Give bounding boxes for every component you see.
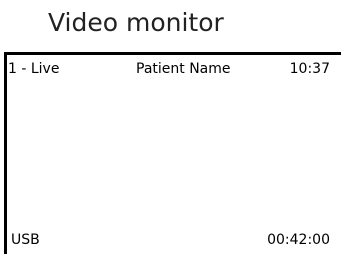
storage-label: USB: [11, 232, 40, 248]
patient-name-label: Patient Name: [136, 61, 231, 77]
channel-label: 1 - Live: [8, 61, 60, 77]
clock-label: 10:37: [289, 61, 330, 77]
elapsed-time-label: 00:42:00: [267, 232, 330, 248]
video-monitor-screen: 1 - Live Patient Name 10:37 USB 00:42:00: [4, 52, 341, 254]
page-title: Video monitor: [48, 8, 224, 37]
